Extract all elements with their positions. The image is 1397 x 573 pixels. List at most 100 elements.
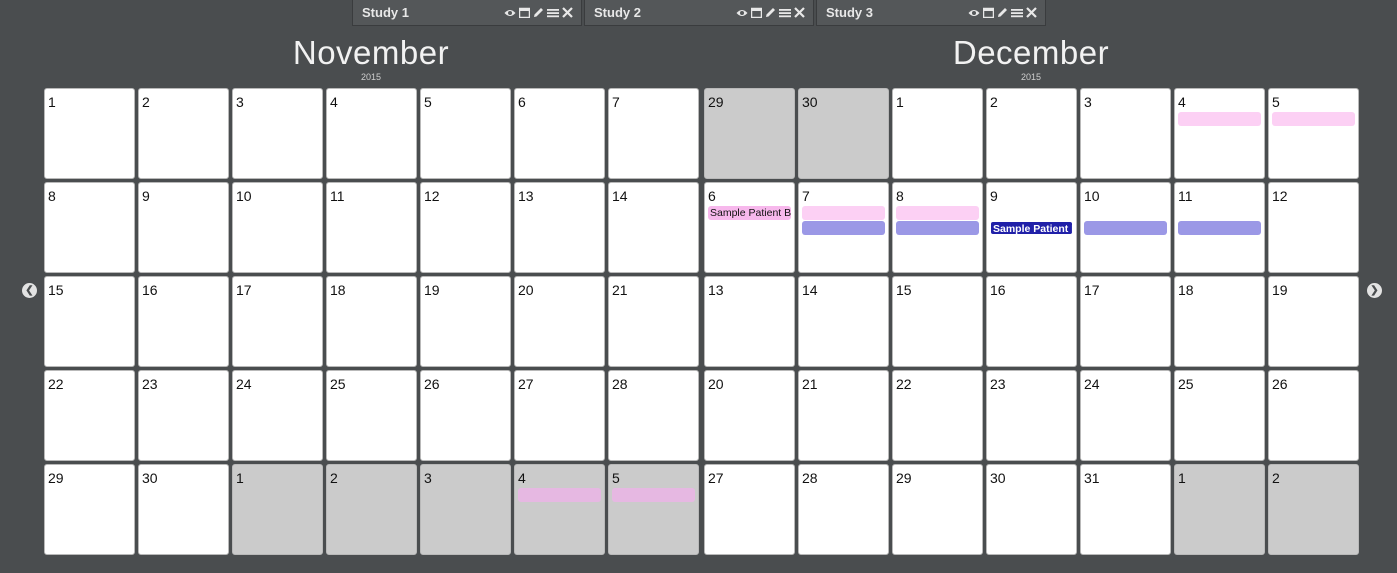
menu-icon[interactable]	[1011, 8, 1023, 18]
event-bar[interactable]	[1272, 112, 1355, 126]
day-cell[interactable]: 12	[1268, 182, 1359, 273]
day-cell[interactable]: 25	[326, 370, 417, 461]
pencil-icon[interactable]	[533, 7, 544, 18]
event-bar[interactable]	[896, 221, 979, 235]
day-cell[interactable]: 15	[892, 276, 983, 367]
day-cell[interactable]: 6 Sample Patient B	[704, 182, 795, 273]
day-cell[interactable]: 2	[326, 464, 417, 555]
day-cell[interactable]: 9 Sample Patient F	[986, 182, 1077, 273]
day-cell[interactable]: 11	[326, 182, 417, 273]
event-bar[interactable]	[802, 221, 885, 235]
day-cell[interactable]: 14	[798, 276, 889, 367]
day-cell[interactable]: 14	[608, 182, 699, 273]
day-cell[interactable]: 30	[138, 464, 229, 555]
study-tab-3[interactable]: Study 3	[816, 0, 1046, 26]
day-cell[interactable]: 23	[986, 370, 1077, 461]
calendar-icon[interactable]	[983, 7, 994, 18]
chevron-left-icon[interactable]: ❮	[22, 283, 37, 298]
day-cell[interactable]: 7	[608, 88, 699, 179]
event-bar[interactable]	[518, 488, 601, 502]
event-bar[interactable]	[612, 488, 695, 502]
day-cell[interactable]: 7	[798, 182, 889, 273]
calendar-icon[interactable]	[519, 7, 530, 18]
day-cell[interactable]: 27	[704, 464, 795, 555]
event-bar[interactable]	[802, 206, 885, 220]
day-cell[interactable]: 3	[232, 88, 323, 179]
day-cell[interactable]: 8	[892, 182, 983, 273]
close-icon[interactable]	[562, 7, 573, 18]
day-cell[interactable]: 18	[326, 276, 417, 367]
day-cell[interactable]: 29	[892, 464, 983, 555]
day-cell[interactable]: 3	[420, 464, 511, 555]
day-cell[interactable]: 13	[704, 276, 795, 367]
day-cell[interactable]: 24	[1080, 370, 1171, 461]
day-cell[interactable]: 25	[1174, 370, 1265, 461]
day-cell[interactable]: 30	[986, 464, 1077, 555]
day-cell[interactable]: 13	[514, 182, 605, 273]
day-cell[interactable]: 8	[44, 182, 135, 273]
day-cell[interactable]: 2	[986, 88, 1077, 179]
event-bar[interactable]	[896, 206, 979, 220]
day-cell[interactable]: 6	[514, 88, 605, 179]
day-cell[interactable]: 10	[1080, 182, 1171, 273]
day-cell[interactable]: 22	[44, 370, 135, 461]
close-icon[interactable]	[794, 7, 805, 18]
menu-icon[interactable]	[547, 8, 559, 18]
study-tab-1[interactable]: Study 1	[352, 0, 582, 26]
day-cell[interactable]: 21	[608, 276, 699, 367]
day-cell[interactable]: 3	[1080, 88, 1171, 179]
day-cell[interactable]: 4	[326, 88, 417, 179]
day-cell[interactable]: 29	[44, 464, 135, 555]
day-cell[interactable]: 17	[1080, 276, 1171, 367]
day-cell[interactable]: 2	[1268, 464, 1359, 555]
event-bar[interactable]: Sample Patient B	[708, 206, 791, 220]
menu-icon[interactable]	[779, 8, 791, 18]
day-cell[interactable]: 21	[798, 370, 889, 461]
day-cell[interactable]: 1	[232, 464, 323, 555]
day-cell[interactable]: 19	[1268, 276, 1359, 367]
day-cell[interactable]: 5	[608, 464, 699, 555]
event-bar[interactable]	[1178, 112, 1261, 126]
event-bar[interactable]: Sample Patient F	[990, 221, 1073, 235]
pencil-icon[interactable]	[765, 7, 776, 18]
eye-icon[interactable]	[968, 8, 980, 18]
day-cell[interactable]: 4	[514, 464, 605, 555]
day-cell[interactable]: 19	[420, 276, 511, 367]
day-cell[interactable]: 5	[1268, 88, 1359, 179]
eye-icon[interactable]	[504, 8, 516, 18]
day-cell[interactable]: 23	[138, 370, 229, 461]
day-cell[interactable]: 26	[420, 370, 511, 461]
day-cell[interactable]: 30	[798, 88, 889, 179]
day-cell[interactable]: 26	[1268, 370, 1359, 461]
chevron-right-icon[interactable]: ❯	[1367, 283, 1382, 298]
day-cell[interactable]: 12	[420, 182, 511, 273]
event-bar[interactable]	[1084, 221, 1167, 235]
day-cell[interactable]: 2	[138, 88, 229, 179]
day-cell[interactable]: 17	[232, 276, 323, 367]
day-cell[interactable]: 4	[1174, 88, 1265, 179]
day-cell[interactable]: 5	[420, 88, 511, 179]
day-cell[interactable]: 16	[986, 276, 1077, 367]
day-cell[interactable]: 11	[1174, 182, 1265, 273]
day-cell[interactable]: 10	[232, 182, 323, 273]
day-cell[interactable]: 20	[704, 370, 795, 461]
day-cell[interactable]: 31	[1080, 464, 1171, 555]
day-cell[interactable]: 9	[138, 182, 229, 273]
day-cell[interactable]: 22	[892, 370, 983, 461]
day-cell[interactable]: 29	[704, 88, 795, 179]
day-cell[interactable]: 24	[232, 370, 323, 461]
day-cell[interactable]: 1	[1174, 464, 1265, 555]
calendar-icon[interactable]	[751, 7, 762, 18]
pencil-icon[interactable]	[997, 7, 1008, 18]
day-cell[interactable]: 27	[514, 370, 605, 461]
day-cell[interactable]: 18	[1174, 276, 1265, 367]
day-cell[interactable]: 15	[44, 276, 135, 367]
eye-icon[interactable]	[736, 8, 748, 18]
study-tab-2[interactable]: Study 2	[584, 0, 814, 26]
event-bar[interactable]	[1178, 221, 1261, 235]
day-cell[interactable]: 1	[892, 88, 983, 179]
close-icon[interactable]	[1026, 7, 1037, 18]
day-cell[interactable]: 1	[44, 88, 135, 179]
day-cell[interactable]: 28	[608, 370, 699, 461]
day-cell[interactable]: 16	[138, 276, 229, 367]
